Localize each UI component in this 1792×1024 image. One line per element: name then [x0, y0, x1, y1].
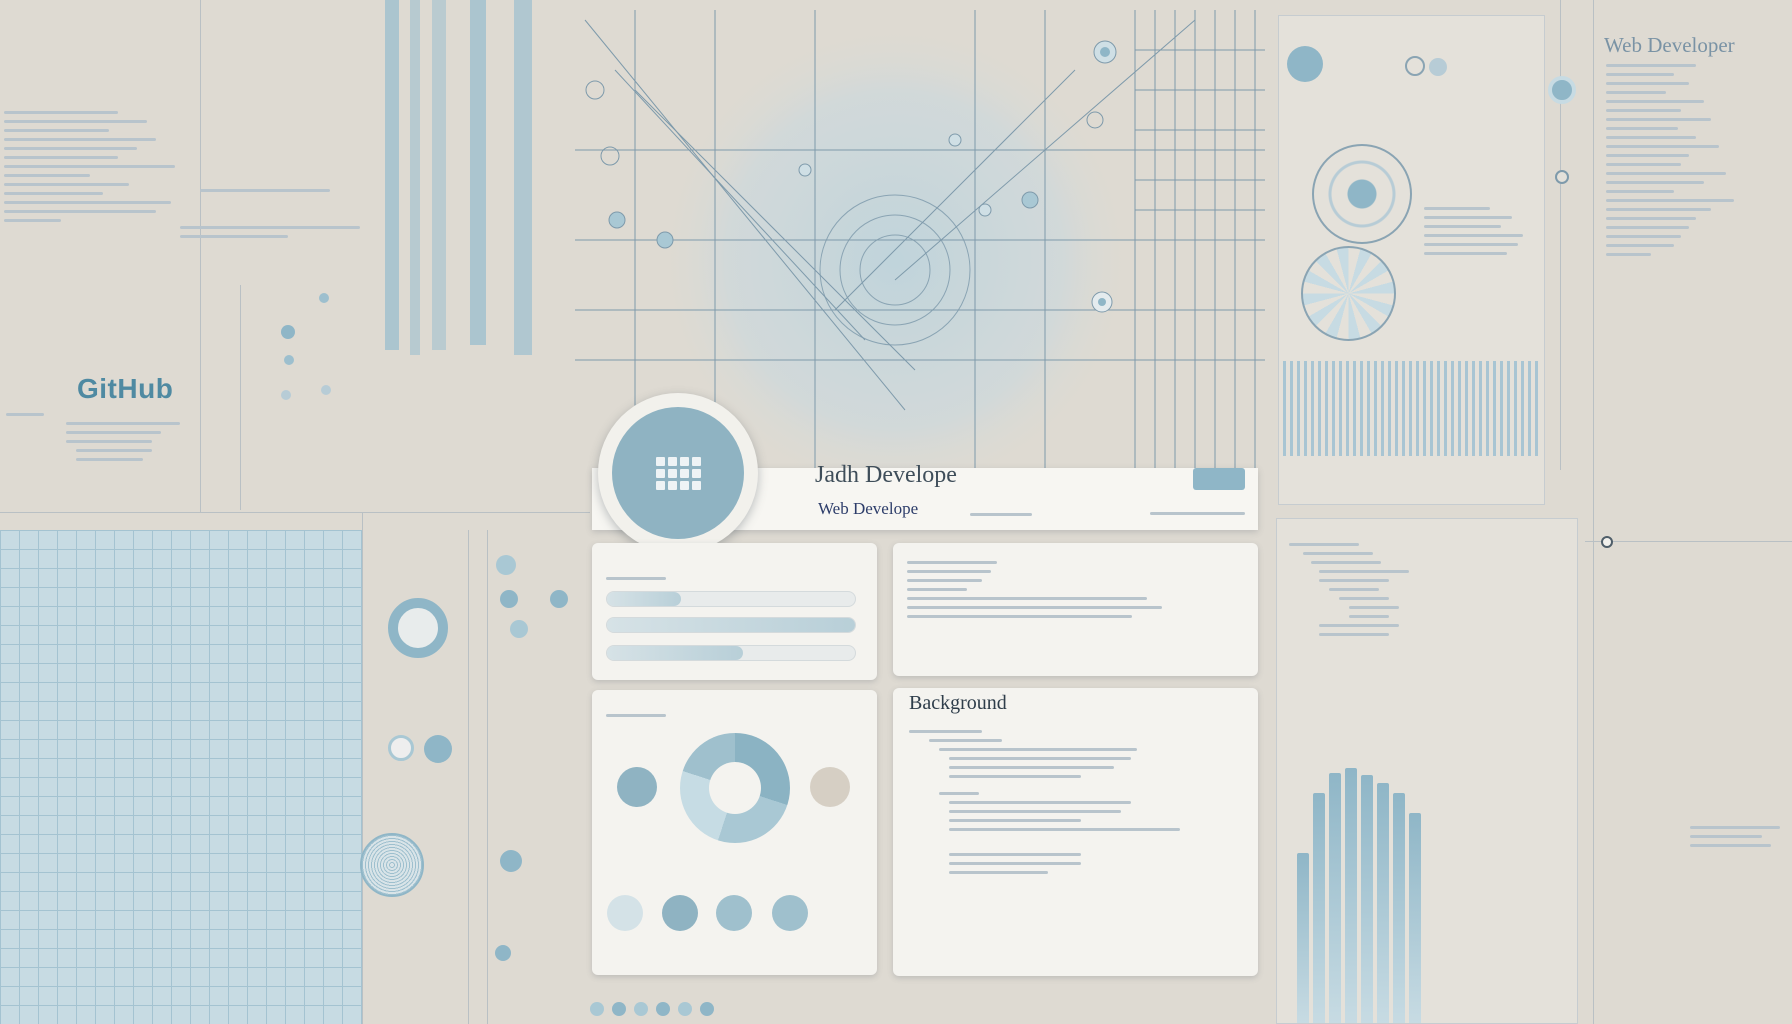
right-dashboard — [1278, 15, 1545, 505]
dot-icon — [500, 850, 522, 872]
stat-icon[interactable] — [772, 895, 808, 931]
dot-icon — [510, 620, 528, 638]
stat-icon[interactable] — [716, 895, 752, 931]
left-text-panel-3 — [180, 220, 360, 244]
stripe — [385, 0, 399, 350]
dot-icon — [500, 590, 518, 608]
divider — [468, 530, 469, 1024]
stripe — [410, 0, 420, 355]
left-text-panel-2 — [200, 183, 330, 198]
background-card: Background — [893, 688, 1258, 976]
target-icon — [1312, 144, 1412, 244]
stat-icon[interactable] — [607, 895, 643, 931]
dot-icon — [1287, 46, 1323, 82]
grid-icon — [655, 456, 701, 490]
stripe — [470, 0, 486, 345]
divider — [1593, 0, 1594, 1024]
ring-icon — [1405, 56, 1425, 76]
barcode-graphic — [1283, 361, 1541, 456]
timeline-node — [1601, 536, 1613, 548]
background-title: Background — [909, 692, 1007, 714]
stripe — [432, 0, 446, 350]
ring-icon — [388, 735, 414, 761]
dot-icon — [550, 590, 568, 608]
stat-icon — [617, 767, 657, 807]
github-details — [6, 385, 196, 467]
profile-meta — [970, 507, 1032, 522]
radar-icon — [1301, 246, 1396, 341]
bar-graphic — [1297, 763, 1427, 1023]
divider — [362, 512, 363, 1024]
divider — [1560, 0, 1561, 470]
side-title: Web Developer — [1604, 33, 1735, 57]
info-card — [893, 543, 1258, 676]
header-action-button[interactable] — [1193, 468, 1245, 490]
profile-meta — [1150, 506, 1245, 521]
skill-slider[interactable] — [606, 591, 856, 607]
skill-slider[interactable] — [606, 645, 856, 661]
dot-row — [590, 1002, 1230, 1016]
divider — [1585, 541, 1792, 542]
divider — [0, 512, 590, 513]
stat-icon — [810, 767, 850, 807]
divider — [487, 530, 488, 1024]
dot-icon — [424, 735, 452, 763]
grid-panel — [0, 530, 362, 1024]
ring-icon — [388, 598, 448, 658]
stat-icon[interactable] — [662, 895, 698, 931]
profile-name: Jadh Develope — [815, 462, 957, 488]
node-column — [240, 285, 360, 510]
skills-card — [592, 543, 877, 680]
side-text-faint — [1690, 820, 1780, 853]
donut-chart — [680, 733, 790, 843]
slider-knob[interactable] — [1555, 170, 1569, 184]
dot-icon — [495, 945, 511, 961]
skill-slider[interactable] — [606, 617, 856, 633]
slider-knob[interactable] — [1548, 76, 1576, 104]
stripe — [514, 0, 532, 355]
spiral-icon — [360, 833, 424, 897]
side-text-list — [1606, 58, 1756, 262]
divider — [200, 0, 201, 512]
avatar[interactable] — [598, 393, 758, 553]
dot-icon — [1429, 58, 1447, 76]
tree-panel — [1276, 518, 1578, 1024]
profile-role: Web Develope — [818, 499, 919, 518]
dot-icon — [496, 555, 516, 575]
left-text-panel — [4, 105, 194, 228]
